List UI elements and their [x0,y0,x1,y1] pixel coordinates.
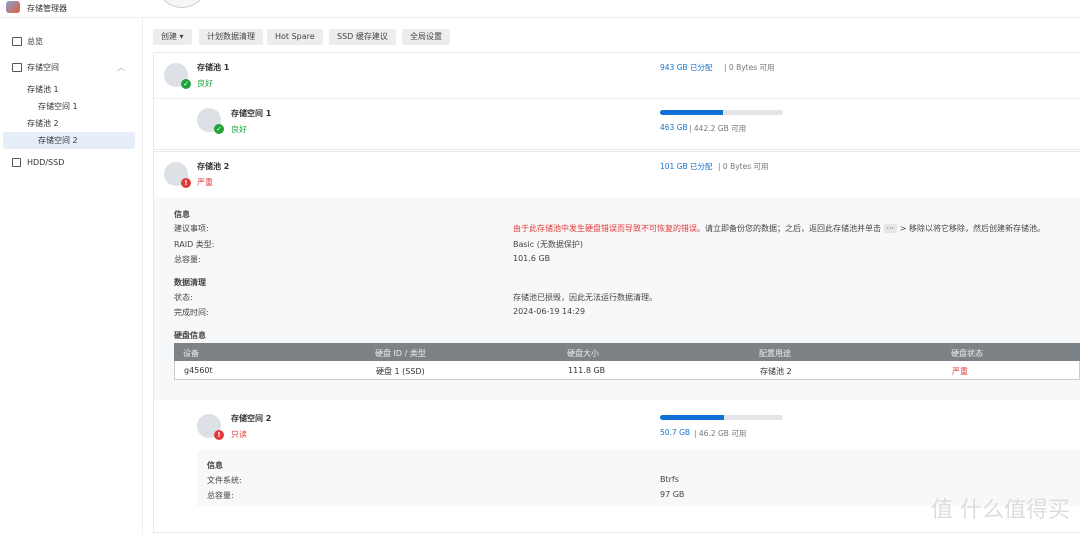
pool2-card[interactable]: ! 存储池 2 严重 101 GB 已分配 | 0 Bytes 可用 信息 建议… [153,151,1080,533]
pool-available: | 0 Bytes 可用 [724,63,775,72]
pool-status: 良好 [197,79,213,88]
col-header[interactable]: 硬盘 ID / 类型 [375,348,426,359]
capacity-value: 101.6 GB [513,254,551,263]
info-title: 信息 [207,461,223,470]
sidebar-item-volume1[interactable]: 存储空间 1 [3,98,135,115]
volume2-usage-bar [660,415,783,420]
hot-spare-button[interactable]: Hot Spare [267,29,323,45]
sidebar-item-overview[interactable]: 总览 [3,33,135,50]
scrub-schedule-button[interactable]: 计划数据清理 [199,29,263,45]
pool-name: 存储池 1 [197,63,230,72]
pool-icon: ✓ [164,63,191,89]
volume-status: 只读 [231,430,247,439]
pool2-info: 信息 建议事项: 由于此存储池中发生硬盘错误而导致不可恢复的错误。请立即备份您的… [154,197,1080,400]
volume1-usage-bar [660,110,783,115]
volume-icon: ! [197,414,224,440]
fs-value: Btrfs [660,475,679,484]
check-icon: ✓ [181,79,191,89]
volume-free: | 442.2 GB 可用 [689,124,747,133]
title-bar: 存储管理器 [0,0,1080,18]
sidebar-item-volume2[interactable]: 存储空间 2 [3,132,135,149]
watermark: 值 什么值得买 [931,498,1070,523]
volume-status: 良好 [231,125,247,134]
label: 总容量: [207,491,234,500]
scrub-state: 存储池已损毁，因此无法运行数据清理。 [513,293,657,302]
label: 总览 [27,37,43,46]
volume-name: 存储空间 1 [231,109,272,118]
overview-icon [12,37,22,46]
storage-icon [12,63,22,72]
volume-name: 存储空间 2 [231,414,272,423]
pool-icon: ! [164,162,191,188]
scrub-title: 数据清理 [174,278,206,287]
volume-used: 463 GB [660,123,688,132]
cell: g4560t [184,366,213,375]
pool-available: | 0 Bytes 可用 [718,162,769,171]
disk-title: 硬盘信息 [174,331,206,340]
volume-icon: ✓ [197,108,224,134]
sidebar-item-pool2[interactable]: 存储池 2 [3,115,135,132]
label: 存储池 2 [27,119,59,128]
more-button[interactable]: ··· [883,224,898,233]
col-header[interactable]: 硬盘状态 [951,348,983,359]
cell: 硬盘 1 (SSD) [376,367,425,376]
label: RAID 类型: [174,240,215,249]
error-icon: ! [214,430,224,440]
label: HDD/SSD [27,158,65,167]
app-title: 存储管理器 [27,4,67,13]
cell: 严重 [952,367,968,376]
disk-table-header: 设备 硬盘 ID / 类型 硬盘大小 配置用途 硬盘状态 [174,343,1080,361]
capacity-value: 97 GB [660,490,685,499]
sidebar: 总览 存储空间 ︿ 存储池 1 存储空间 1 存储池 2 存储空间 2 HDD/S… [0,18,143,534]
label: 建议事项: [174,224,209,233]
cell: 111.8 GB [568,366,606,375]
label: 存储空间 1 [38,102,78,111]
advice-rest: 请立即备份您的数据；之后，返回此存储池并单击 [705,224,881,233]
label: 状态: [174,293,193,302]
advice-text: 由于此存储池中发生硬盘错误而导致不可恢复的错误。请立即备份您的数据；之后，返回此… [513,223,1045,234]
app-logo-icon [6,1,20,13]
scrub-time: 2024-06-19 14:29 [513,307,586,316]
volume-used: 50.7 GB [660,428,691,437]
create-button[interactable]: 创建 ▾ [153,29,192,45]
ssd-cache-button[interactable]: SSD 缓存建议 [329,29,396,45]
cell: 存储池 2 [760,367,792,376]
main-content: 创建 ▾ 计划数据清理 Hot Spare SSD 缓存建议 全局设置 ✓ 存储… [153,18,1080,534]
label: 完成时间: [174,308,209,317]
check-icon: ✓ [214,124,224,134]
avatar [157,0,207,8]
col-header[interactable]: 硬盘大小 [567,348,599,359]
pool-allocated: 101 GB 已分配 [660,162,713,171]
label: 总容量: [174,255,201,264]
sidebar-item-storage[interactable]: 存储空间 ︿ [3,59,135,76]
pool-allocated: 943 GB 已分配 [660,63,713,72]
info-title: 信息 [174,210,190,219]
global-settings-button[interactable]: 全局设置 [402,29,450,45]
volume-free: | 46.2 GB 可用 [694,429,747,438]
disk-icon [12,158,21,167]
advice-end: > 移除以将它移除，然后创建新存储池。 [899,224,1045,233]
col-header[interactable]: 设备 [183,348,199,359]
sidebar-item-pool1[interactable]: 存储池 1 [3,81,135,98]
pool-status: 严重 [197,178,213,187]
label: 存储池 1 [27,85,59,94]
chevron-up-icon[interactable]: ︿ [117,59,125,76]
col-header[interactable]: 配置用途 [759,348,791,359]
table-row[interactable]: g4560t 硬盘 1 (SSD) 111.8 GB 存储池 2 严重 [174,361,1080,380]
label: 存储空间 [27,63,59,72]
advice-error: 由于此存储池中发生硬盘错误而导致不可恢复的错误。 [513,224,705,233]
raid-value: Basic (无数据保护) [513,240,583,249]
pool-name: 存储池 2 [197,162,230,171]
label: 存储空间 2 [38,136,78,145]
error-icon: ! [181,178,191,188]
label: 文件系统: [207,476,242,485]
pool1-card[interactable]: ✓ 存储池 1 良好 943 GB 已分配 | 0 Bytes 可用 ✓ 存储空… [153,52,1080,150]
sidebar-item-hdd[interactable]: HDD/SSD [3,154,135,171]
